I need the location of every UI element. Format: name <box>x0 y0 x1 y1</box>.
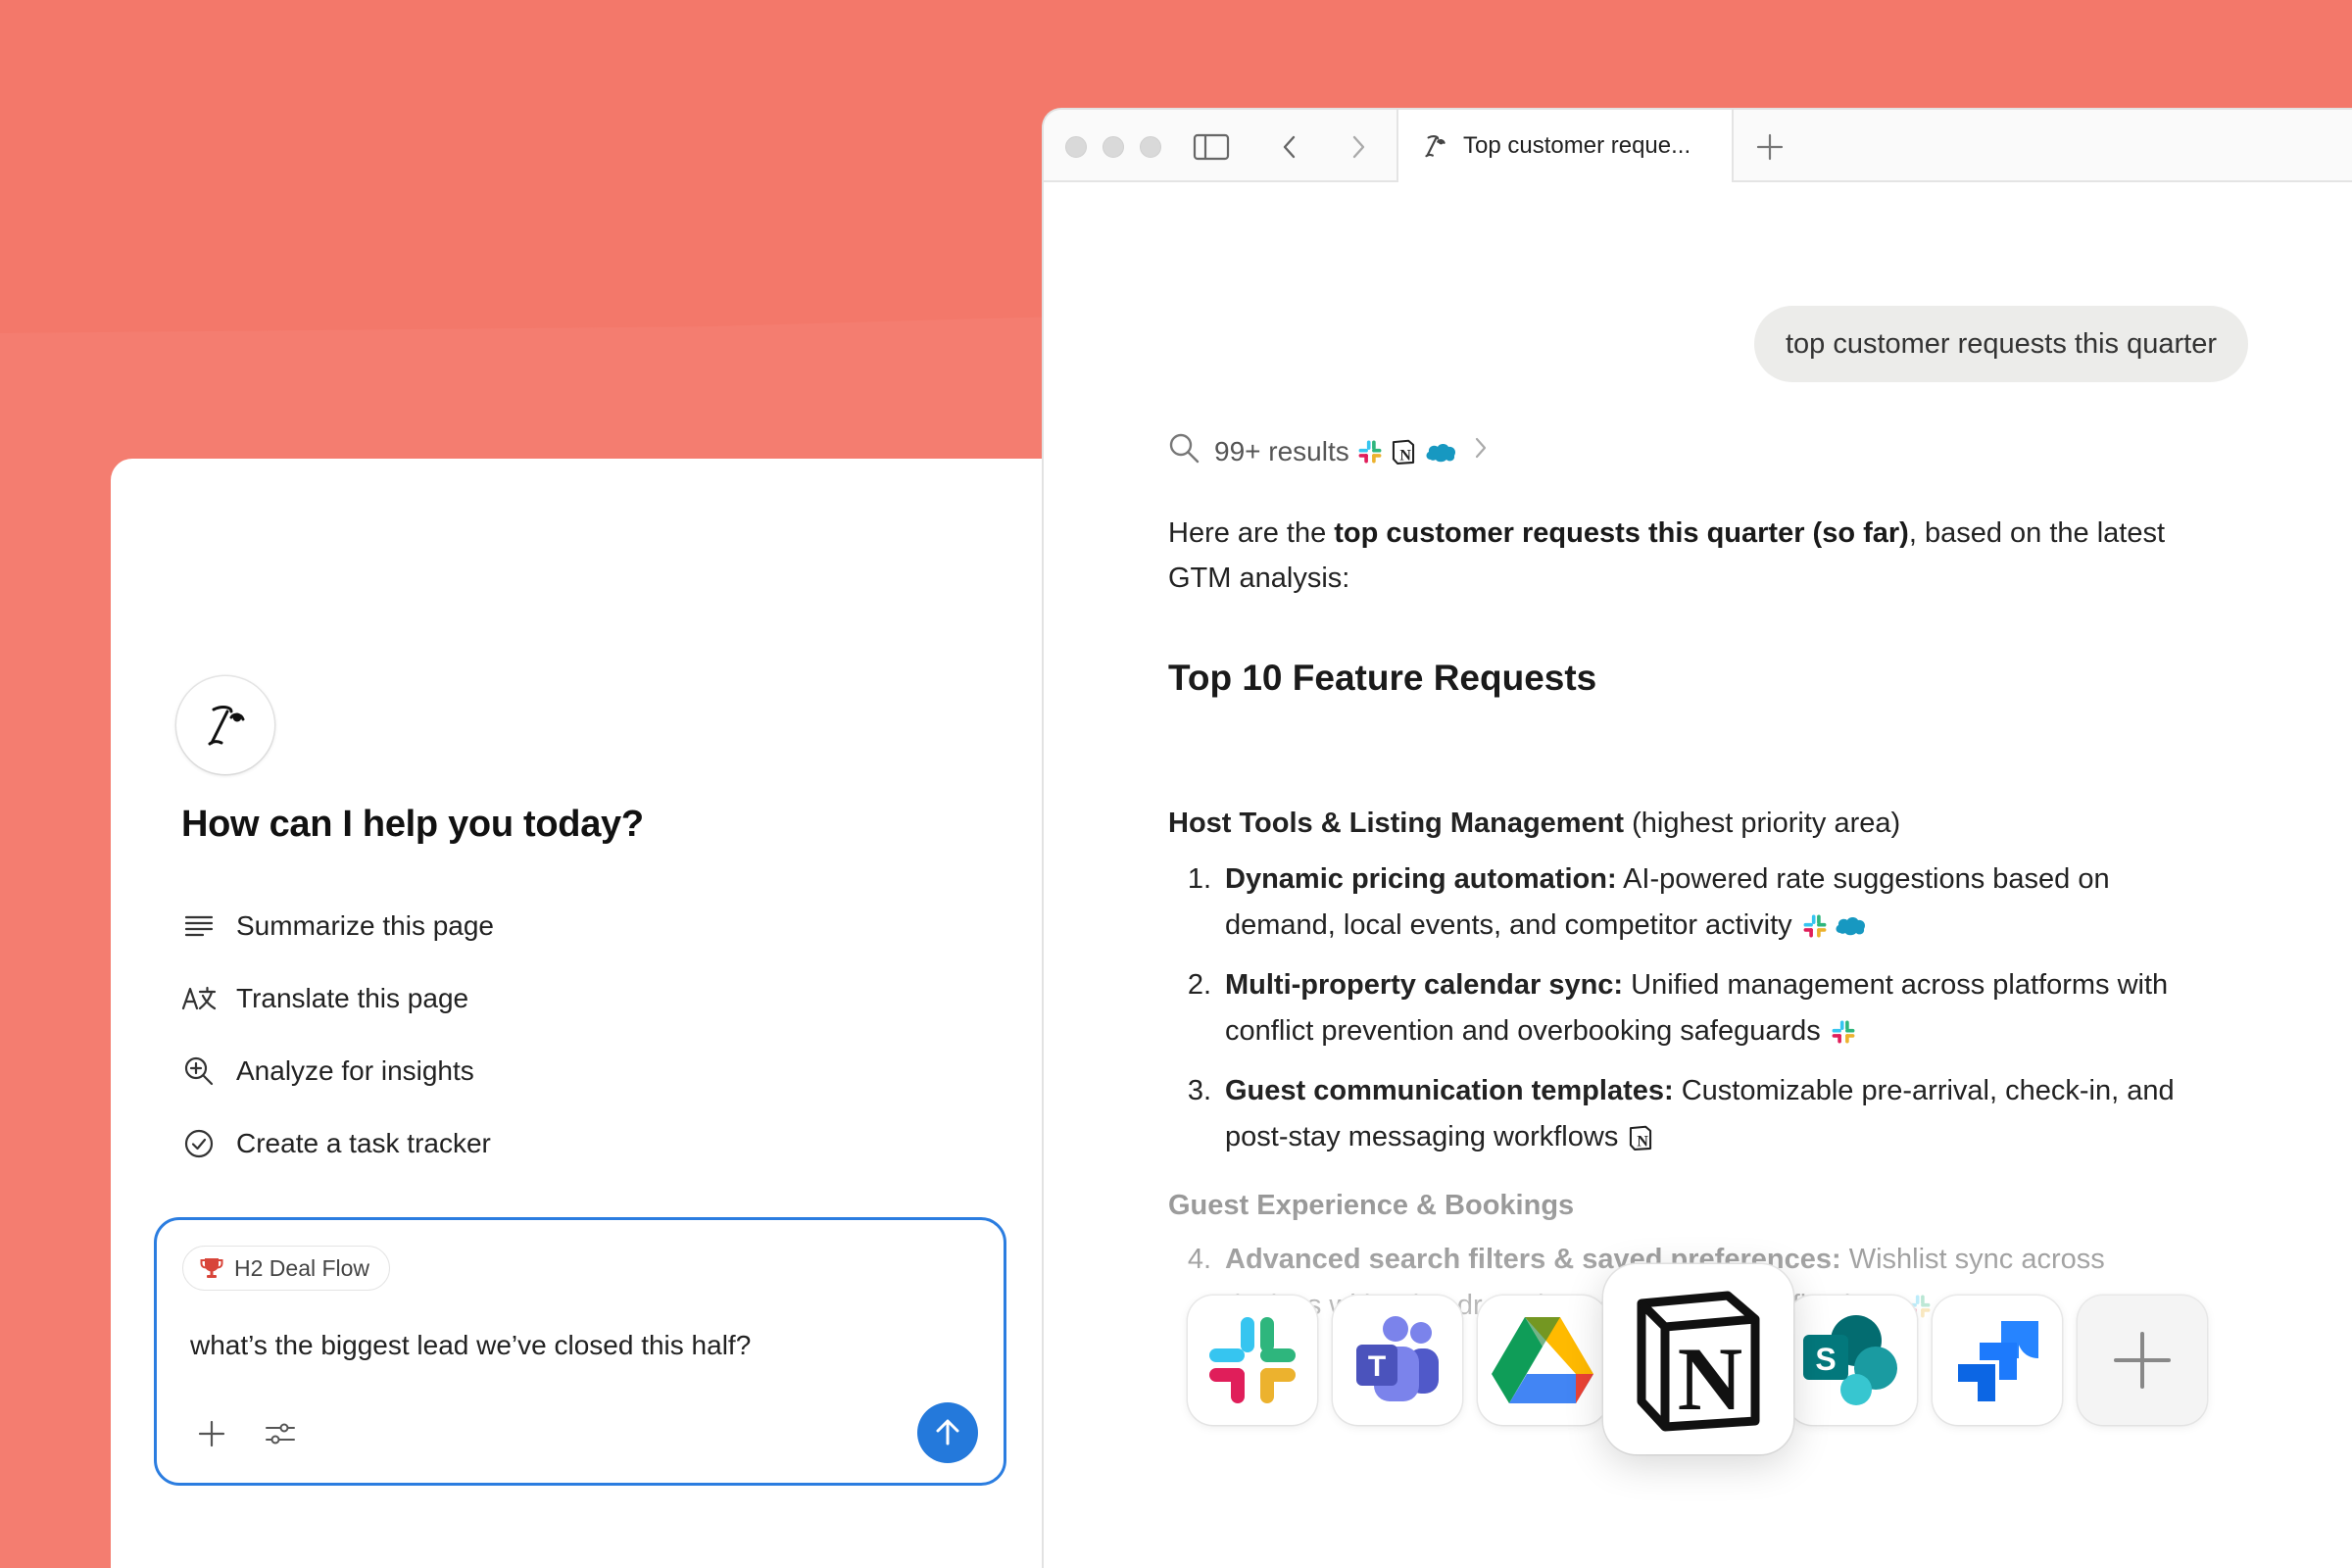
suggestion-analyze[interactable]: Analyze for insights <box>181 1035 494 1107</box>
slack-icon <box>1209 1317 1296 1403</box>
window-minimize-button[interactable] <box>1102 136 1124 158</box>
composer-input[interactable]: what’s the biggest lead we’ve closed thi… <box>190 1330 751 1361</box>
sharepoint-icon: S <box>1803 1315 1897 1405</box>
analyze-icon <box>181 1054 217 1089</box>
suggestion-translate[interactable]: Translate this page <box>181 962 494 1035</box>
send-button[interactable] <box>917 1402 978 1463</box>
salesforce-icon <box>1424 440 1457 464</box>
salesforce-icon <box>1834 913 1867 939</box>
assistant-panel: How can I help you today? Summarize this… <box>111 459 1098 1568</box>
new-tab-plus-icon[interactable] <box>1751 128 1788 166</box>
slack-icon <box>1831 1019 1856 1045</box>
notion-icon: N <box>1391 439 1416 465</box>
window-close-button[interactable] <box>1065 136 1087 158</box>
jira-icon <box>1958 1321 2038 1401</box>
summarize-icon <box>181 908 217 944</box>
integration-dock: T N S <box>1188 1264 2217 1454</box>
notion-app-button[interactable]: N <box>1603 1264 1793 1454</box>
section-title: Host Tools & Listing Management <box>1168 808 1625 839</box>
attach-plus-icon[interactable] <box>194 1416 229 1451</box>
search-icon <box>1167 431 1200 471</box>
results-count: 99+ results <box>1214 435 1349 466</box>
search-results-toggle[interactable]: 99+ results N <box>1167 431 1496 471</box>
svg-text:N: N <box>1638 1134 1649 1151</box>
suggestion-list: Summarize this page Translate this page … <box>181 890 494 1180</box>
sidebar-toggle-icon[interactable] <box>1193 128 1230 166</box>
jira-app-button[interactable] <box>1933 1296 2062 1425</box>
request-number: 3. <box>1187 1075 1211 1106</box>
translate-icon <box>181 981 217 1016</box>
request-number: 2. <box>1187 969 1211 1001</box>
add-integration-button[interactable] <box>2078 1296 2207 1425</box>
sharepoint-app-button[interactable]: S <box>1788 1296 1917 1425</box>
chevron-right-icon <box>1473 435 1489 467</box>
intro-prefix: Here are the <box>1168 517 1335 549</box>
window-zoom-button[interactable] <box>1140 136 1161 158</box>
google-drive-icon <box>1492 1317 1593 1403</box>
svg-text:T: T <box>1368 1350 1386 1383</box>
request-item: 2. Multi-property calendar sync: Unified… <box>1168 962 2207 1054</box>
assistant-logo-icon <box>176 676 274 774</box>
microsoft-teams-icon: T <box>1356 1316 1439 1401</box>
request-title: Dynamic pricing automation: <box>1225 863 1617 895</box>
suggestion-label: Summarize this page <box>236 910 495 941</box>
tab-top-customer-requests[interactable]: Top customer reque... <box>1396 110 1734 182</box>
request-title: Guest communication templates: <box>1225 1075 1674 1106</box>
greeting-heading: How can I help you today? <box>181 804 644 845</box>
section-title: Guest Experience & Bookings <box>1168 1190 1575 1221</box>
notion-icon: N <box>1637 1291 1760 1432</box>
section-heading: Guest Experience & Bookings <box>1168 1190 1574 1222</box>
notion-icon: N <box>1628 1125 1653 1152</box>
svg-text:N: N <box>1399 447 1411 464</box>
slack-icon <box>1802 913 1828 939</box>
tab-title: Top customer reque... <box>1463 132 1691 159</box>
request-item: 1. Dynamic pricing automation: AI-powere… <box>1168 857 2207 949</box>
section-note: (highest priority area) <box>1624 808 1901 839</box>
request-number: 1. <box>1187 863 1211 895</box>
request-title: Multi-property calendar sync: <box>1225 969 1624 1001</box>
suggestion-summarize[interactable]: Summarize this page <box>181 890 494 962</box>
drive-app-button[interactable] <box>1478 1296 1607 1425</box>
suggestion-label: Create a task tracker <box>236 1128 491 1158</box>
section-heading: Host Tools & Listing Management (highest… <box>1168 808 1900 840</box>
context-chip-label: H2 Deal Flow <box>234 1254 370 1281</box>
suggestion-label: Translate this page <box>236 983 469 1013</box>
forward-chevron-icon[interactable] <box>1340 128 1377 166</box>
suggestion-task-tracker[interactable]: Create a task tracker <box>181 1107 494 1180</box>
svg-text:S: S <box>1815 1342 1836 1377</box>
trophy-icon <box>199 1255 224 1281</box>
slack-icon <box>1357 439 1383 465</box>
context-chip[interactable]: H2 Deal Flow <box>182 1246 391 1291</box>
user-query-bubble: top customer requests this quarter <box>1753 306 2248 382</box>
back-chevron-icon[interactable] <box>1271 128 1308 166</box>
settings-sliders-icon[interactable] <box>263 1416 298 1451</box>
request-item: 3. Guest communication templates: Custom… <box>1168 1068 2207 1160</box>
intro-bold: top customer requests this quarter (so f… <box>1334 517 1909 549</box>
answer-heading: Top 10 Feature Requests <box>1168 658 1597 698</box>
task-tracker-icon <box>181 1126 217 1161</box>
add-integration-icon <box>2114 1332 2171 1389</box>
slack-app-button[interactable] <box>1188 1296 1317 1425</box>
assistant-logo-icon <box>1420 131 1449 161</box>
arrow-up-icon <box>936 1419 959 1446</box>
teams-app-button[interactable]: T <box>1333 1296 1462 1425</box>
svg-text:N: N <box>1678 1329 1742 1429</box>
message-composer[interactable]: H2 Deal Flow what’s the biggest lead we’… <box>154 1217 1006 1486</box>
suggestion-label: Analyze for insights <box>236 1055 474 1086</box>
answer-intro: Here are the top customer requests this … <box>1168 511 2227 601</box>
browser-titlebar: Top customer reque... <box>1044 110 2352 182</box>
